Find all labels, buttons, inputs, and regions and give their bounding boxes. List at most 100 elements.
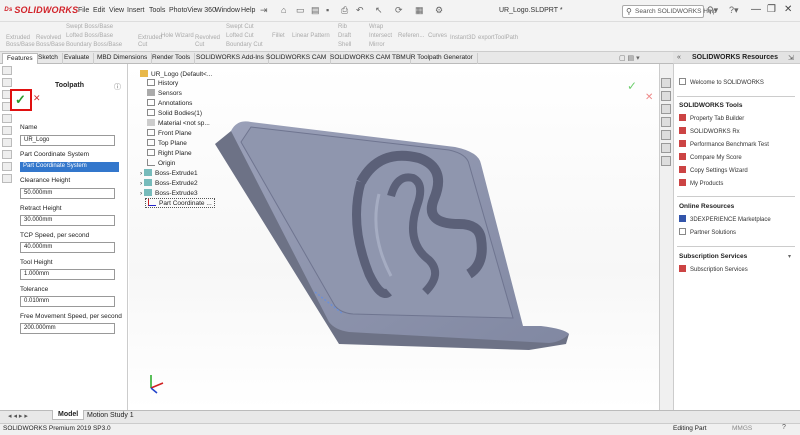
partner-solutions-link[interactable]: Partner Solutions	[679, 228, 736, 236]
boundary-cut-button[interactable]: Boundary Cut	[226, 42, 263, 48]
tab-solidworks-addins[interactable]: SOLIDWORKS Add-Ins	[192, 53, 269, 64]
view-palette-icon[interactable]	[661, 117, 671, 127]
free-movement-speed-field[interactable]: 200.000mm	[20, 323, 115, 334]
extruded-cut-button[interactable]: Extruded Cut	[138, 35, 162, 49]
design-library-icon[interactable]	[661, 91, 671, 101]
draft-button[interactable]: Draft	[338, 33, 351, 39]
solidworks-rx-link[interactable]: SOLIDWORKS Rx	[679, 127, 740, 135]
menu-photoview[interactable]: PhotoView 360	[169, 7, 216, 14]
cancel-x-icon[interactable]: ✕	[33, 93, 41, 104]
welcome-link[interactable]: Welcome to SOLIDWORKS	[679, 78, 764, 86]
print-icon[interactable]: ⎙	[341, 5, 348, 16]
tab-render-tools[interactable]: Render Tools	[148, 53, 196, 64]
restore-icon[interactable]: ❐	[767, 4, 776, 15]
feature-manager-icon[interactable]	[2, 66, 12, 75]
wrap-button[interactable]: Wrap	[369, 24, 383, 30]
hole-wizard-button[interactable]: Hole Wizard	[161, 33, 194, 39]
search-box[interactable]: ⚲ Search SOLIDWORKS Help	[622, 5, 717, 18]
my-products-link[interactable]: My Products	[679, 179, 723, 187]
viewport-cancel-icon[interactable]: ✕	[645, 92, 653, 103]
compare-score-link[interactable]: Compare My Score	[679, 153, 742, 161]
tab-features[interactable]: Features	[2, 53, 38, 64]
help-icon[interactable]: ⓘ	[114, 82, 121, 92]
scroll-nav-icon[interactable]: ◂ ◂ ▸ ▸	[8, 412, 28, 420]
home-tab-icon[interactable]	[661, 78, 671, 88]
lofted-cut-button[interactable]: Lofted Cut	[226, 33, 254, 39]
tolerance-field[interactable]: 0.010mm	[20, 296, 115, 307]
help-question-icon[interactable]: ?▾	[729, 5, 739, 16]
benchmark-link[interactable]: Performance Benchmark Test	[679, 140, 769, 148]
shell-button[interactable]: Shell	[338, 42, 351, 48]
menu-help[interactable]: Help	[241, 7, 255, 14]
clearance-height-field[interactable]: 50.000mm	[20, 188, 115, 199]
model-3d-view[interactable]	[129, 64, 659, 410]
extra-panel-icon[interactable]	[2, 174, 12, 183]
custom-properties-icon[interactable]	[661, 143, 671, 153]
status-units[interactable]: MMGS	[732, 425, 752, 432]
file-properties-icon[interactable]: ▦	[415, 5, 424, 16]
viewport-ok-icon[interactable]: ✓	[627, 79, 637, 93]
options-icon[interactable]: ⚙	[435, 5, 443, 16]
new-icon[interactable]: ▭	[296, 5, 305, 16]
marketplace-link[interactable]: 3DEXPERIENCE Marketplace	[679, 215, 771, 223]
maximize-doc-icon[interactable]: ▢ ▤ ▾	[619, 54, 640, 62]
tab-sketch[interactable]: Sketch	[34, 53, 63, 64]
rib-button[interactable]: Rib	[338, 24, 347, 30]
tool-height-field[interactable]: 1.000mm	[20, 269, 115, 280]
swept-boss-button[interactable]: Swept Boss/Base	[66, 24, 113, 30]
save-icon[interactable]: ▪	[326, 5, 329, 15]
revolved-cut-button[interactable]: Revolved Cut	[195, 35, 220, 49]
revolved-boss-button[interactable]: Revolved Boss/Base	[36, 35, 65, 49]
fillet-button[interactable]: Fillet	[272, 33, 285, 39]
menu-edit[interactable]: Edit	[93, 7, 105, 14]
forum-icon[interactable]	[661, 156, 671, 166]
lofted-boss-button[interactable]: Lofted Boss/Base	[66, 33, 113, 39]
tab-solidworks-cam[interactable]: SOLIDWORKS CAM	[262, 53, 332, 64]
solidworks-logo[interactable]: ᴰˢ SOLIDWORKS	[4, 5, 78, 15]
tab-evaluate[interactable]: Evaluate	[60, 53, 95, 64]
intersect-button[interactable]: Intersect	[369, 33, 392, 39]
property-manager-icon[interactable]	[2, 78, 12, 87]
menu-view[interactable]: View	[109, 7, 124, 14]
mirror-button[interactable]: Mirror	[369, 42, 385, 48]
open-icon[interactable]: ▤	[311, 5, 320, 16]
tab-solidworks-cam-tbm[interactable]: SOLIDWORKS CAM TBM	[326, 53, 411, 64]
rebuild-icon[interactable]: ⟳	[395, 5, 403, 16]
reference-geometry-button[interactable]: Referen...	[398, 33, 424, 39]
minimize-icon[interactable]: —	[751, 4, 761, 15]
cam-operation-tree-icon[interactable]	[2, 138, 12, 147]
property-tab-builder-link[interactable]: Property Tab Builder	[679, 114, 744, 122]
menu-insert[interactable]: Insert	[127, 7, 145, 14]
home-icon[interactable]: ⌂	[281, 5, 286, 15]
name-field[interactable]: UR_Logo	[20, 135, 115, 146]
search-options-icon[interactable]: ⚲▾	[707, 5, 718, 16]
ok-check-icon[interactable]: ✓	[15, 92, 26, 108]
menu-file[interactable]: File	[78, 7, 89, 14]
display-manager-icon[interactable]	[2, 114, 12, 123]
part-coordinate-system-field[interactable]: Part Coordinate System	[20, 162, 119, 172]
tab-model[interactable]: Model	[52, 410, 85, 420]
cam-tool-tree-icon[interactable]	[2, 150, 12, 159]
collapse-icon[interactable]: «	[677, 54, 681, 61]
menu-window[interactable]: Window	[215, 7, 240, 14]
tab-motion-study[interactable]: Motion Study 1	[82, 411, 139, 420]
panel-pin-icon[interactable]: ⇲	[788, 54, 794, 62]
close-icon[interactable]: ✕	[784, 4, 792, 15]
toolpath-tree-icon[interactable]	[2, 162, 12, 171]
undo-icon[interactable]: ↶	[356, 5, 364, 16]
status-help-icon[interactable]: ?	[782, 424, 786, 431]
copy-settings-link[interactable]: Copy Settings Wizard	[679, 166, 748, 174]
export-toolpath-button[interactable]: exportToolPath	[478, 35, 518, 41]
swept-cut-button[interactable]: Swept Cut	[226, 24, 254, 30]
expand-icon[interactable]: ▾	[788, 253, 791, 260]
retract-height-field[interactable]: 30.000mm	[20, 215, 115, 226]
cam-feature-tree-icon[interactable]	[2, 126, 12, 135]
pin-icon[interactable]: ⇥	[260, 5, 268, 16]
tab-ur-toolpath-generator[interactable]: UR Toolpath Generator	[402, 53, 478, 64]
select-icon[interactable]: ↖	[375, 5, 383, 16]
tab-mbd-dimensions[interactable]: MBD Dimensions	[93, 53, 153, 64]
subscription-services-link[interactable]: Subscription Services	[679, 265, 748, 273]
tcp-speed-field[interactable]: 40.000mm	[20, 242, 115, 253]
appearances-icon[interactable]	[661, 130, 671, 140]
boundary-boss-button[interactable]: Boundary Boss/Base	[66, 42, 122, 48]
